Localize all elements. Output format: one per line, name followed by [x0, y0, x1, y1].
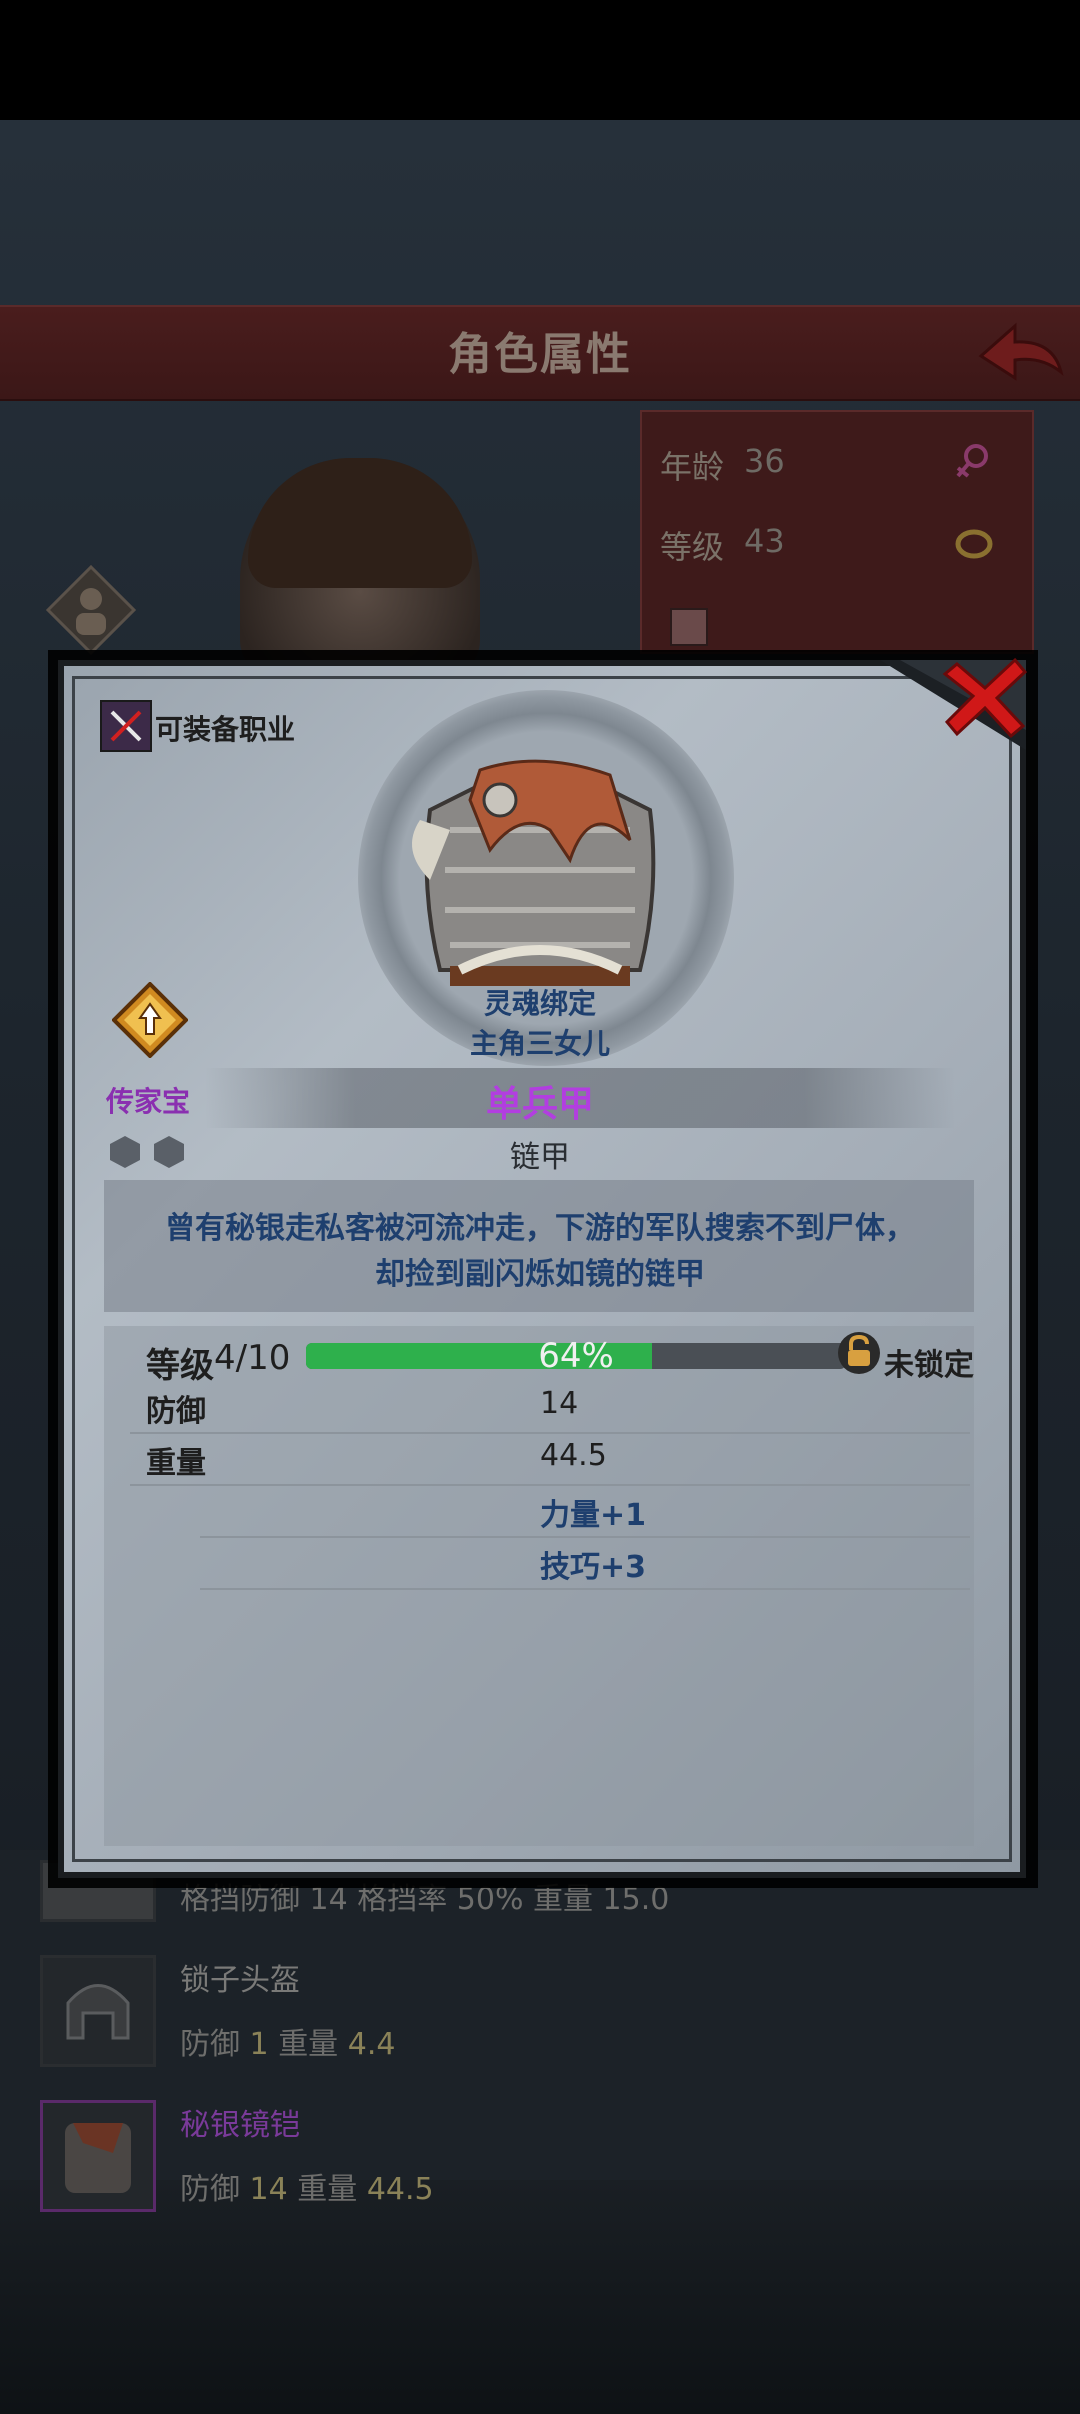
list-item-name: 秘银镜铠 [180, 2108, 300, 2143]
ring-icon [955, 529, 993, 559]
list-item-name: 锁子头盔 [180, 1963, 300, 1998]
list-item[interactable]: 锁子头盔 防御 1 重量 4.4 [40, 1955, 1040, 2095]
page-title: 角色属性 [448, 329, 632, 380]
helmet-icon [66, 1984, 130, 2040]
item-thumbnail [40, 1955, 156, 2067]
female-icon [956, 444, 988, 478]
stat-label: 防御 [146, 1394, 206, 1429]
character-info-panel: 年龄 36 等级 43 [640, 410, 1034, 654]
age-value: 36 [744, 442, 785, 480]
bonus-row: 力量+1 [200, 1486, 970, 1538]
stat-row-defense: 防御 14 [130, 1382, 970, 1434]
bonus-row: 技巧+3 [200, 1538, 970, 1590]
list-item-stats: 防御 1 重量 4.4 [180, 2027, 396, 2062]
bonus-strength: 力量+1 [540, 1498, 647, 1533]
item-level-value: 4/10 [214, 1338, 291, 1378]
status-bar [0, 0, 1080, 120]
age-label: 年龄 [660, 448, 725, 486]
stat-label: 重量 [146, 1446, 206, 1481]
list-item[interactable]: 秘银镜铠 防御 14 重量 44.5 [40, 2100, 1040, 2240]
xp-percent: 64% [538, 1336, 614, 1376]
padlock-icon[interactable] [836, 1330, 882, 1376]
chainmail-icon [65, 2123, 131, 2193]
heirloom-upgrade-icon[interactable] [112, 982, 188, 1058]
level-value: 43 [744, 522, 785, 560]
level-label: 等级 [660, 528, 725, 566]
item-name: 单兵甲 [485, 1084, 594, 1125]
close-icon [942, 657, 1028, 739]
item-thumbnail [40, 2100, 156, 2212]
class-badge-icon [670, 608, 708, 646]
equippable-class-label[interactable]: 可装备职业 [155, 708, 295, 748]
bonus-skill: 技巧+3 [540, 1550, 647, 1585]
stat-row-weight: 重量 44.5 [130, 1434, 970, 1486]
chainmail-armor-image [412, 759, 656, 986]
lock-status-label[interactable]: 未锁定 [884, 1340, 974, 1384]
close-button[interactable] [935, 650, 1035, 740]
item-level-label: 等级 [146, 1346, 214, 1386]
back-arrow-icon [978, 322, 1064, 381]
back-button[interactable] [975, 318, 1065, 388]
stat-value: 44.5 [540, 1438, 607, 1473]
list-item-stats: 防御 14 重量 44.5 [180, 2172, 434, 2207]
stat-value: 14 [540, 1386, 579, 1421]
item-type: 链甲 [510, 1140, 570, 1175]
character-silhouette-icon[interactable] [46, 565, 136, 655]
item-description: 曾有秘银走私客被河流冲走，下游的军队搜索不到尸体， 却捡到副闪烁如镜的链甲 [165, 1211, 915, 1292]
crossed-tools-icon[interactable] [100, 700, 152, 752]
